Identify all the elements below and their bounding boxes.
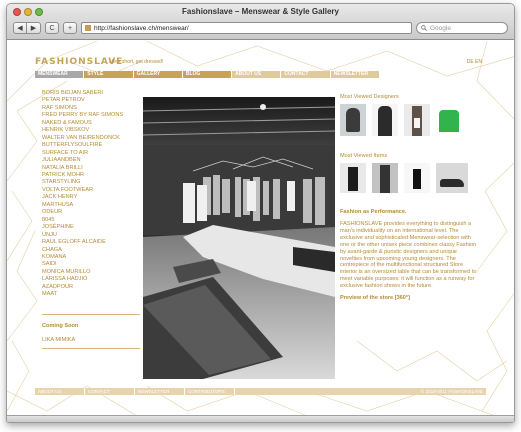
store-photo — [143, 97, 335, 379]
designer-link[interactable]: CHAGA — [42, 247, 142, 254]
web-page: FASHIONSLAVE Life's short, get dressed! … — [7, 41, 514, 422]
footer-contact[interactable]: CONTACT — [85, 388, 134, 395]
designer-thumbnails — [340, 104, 480, 138]
designer-link[interactable]: WALTER VAN BEIRENDONCK — [42, 135, 142, 142]
reload-icon: C — [49, 24, 55, 32]
nav-menswear[interactable]: MENSWEAR — [35, 71, 84, 78]
titlebar: Fashionslave – Menswear & Style Gallery … — [7, 4, 514, 40]
most-viewed-designers-heading: Most Viewed Designers — [340, 94, 399, 100]
coming-soon-heading: Coming Soon — [42, 323, 79, 329]
store-interior-image — [143, 97, 335, 379]
designer-link[interactable]: RAUL EGLOFF ALCAIDE — [42, 239, 142, 246]
forward-arrow-icon: ▶ — [30, 25, 37, 32]
main-nav: MENSWEAR STYLE GALLERY BLOG ABOUT US CON… — [35, 71, 380, 78]
item-thumbnails — [340, 163, 480, 193]
site-favicon-icon — [85, 25, 91, 31]
status-bar — [7, 415, 514, 422]
search-icon — [421, 25, 427, 31]
item-thumb[interactable] — [372, 163, 398, 193]
browser-toolbar: ◀ ▶ C + http://fashionslave.ch/menswear/… — [13, 19, 508, 37]
designer-link[interactable]: PATRICK MOHR — [42, 172, 142, 179]
item-thumb[interactable] — [404, 163, 430, 193]
browser-window: Fashionslave – Menswear & Style Gallery … — [6, 3, 515, 423]
designer-thumb[interactable] — [372, 104, 398, 136]
coming-soon-item[interactable]: LIKA MIMIKA — [42, 337, 75, 343]
nav-gallery[interactable]: GALLERY — [133, 71, 182, 78]
designer-link[interactable]: SURFACE TO AIR — [42, 150, 142, 157]
nav-newsletter[interactable]: NEWSLETTER — [330, 71, 379, 78]
designer-link[interactable]: KOMANA — [42, 254, 142, 261]
most-viewed-items-heading: Most Viewed Items — [340, 153, 388, 159]
right-column: Most Viewed Designers Most Viewed Items … — [340, 94, 480, 301]
footer-contributors[interactable]: CONTRIBUTORS — [185, 388, 234, 395]
designer-thumb[interactable] — [404, 104, 430, 136]
designer-thumb[interactable] — [340, 104, 366, 136]
nav-blog[interactable]: BLOG — [182, 71, 232, 78]
designer-link[interactable]: BORIS BIDJAN SABERI — [42, 90, 142, 97]
add-tab-button[interactable]: + — [63, 22, 77, 34]
item-thumb[interactable] — [340, 163, 366, 193]
designer-link[interactable]: ODEUR — [42, 209, 142, 216]
designer-link[interactable]: JOSÉPHINE — [42, 224, 142, 231]
designer-link[interactable]: RAF SIMONS — [42, 105, 142, 112]
footer-newsletter[interactable]: NEWSLETTER — [135, 388, 184, 395]
designer-link[interactable]: VOLTA FOOTWEAR — [42, 187, 142, 194]
window-title: Fashionslave – Menswear & Style Gallery — [182, 7, 339, 16]
store-description: FASHIONSLAVE provides everything to dist… — [340, 221, 477, 290]
search-placeholder: Google — [430, 24, 451, 32]
add-tab-icon: + — [67, 24, 73, 32]
designer-link[interactable]: STARSTYLING — [42, 179, 142, 186]
nav-contact[interactable]: CONTACT — [281, 71, 330, 78]
address-url: http://fashionslave.ch/menswear/ — [94, 24, 189, 32]
history-nav: ◀ ▶ — [13, 22, 41, 34]
designer-link[interactable]: HENRIK VIBSKOV — [42, 127, 142, 134]
designer-link[interactable]: MAAT — [42, 291, 142, 298]
footer-copyright: © 2010-2011 FASHIONSLAVE — [235, 388, 486, 395]
nav-about-us[interactable]: ABOUT US — [232, 71, 281, 78]
nav-style[interactable]: STYLE — [84, 71, 133, 78]
designer-link[interactable]: AZADPOUR — [42, 284, 142, 291]
back-button[interactable]: ◀ — [13, 22, 27, 34]
designer-link[interactable]: MARTHUSA — [42, 202, 142, 209]
designer-link[interactable]: UNJU — [42, 232, 142, 239]
designer-link[interactable]: JACK HENRY — [42, 194, 142, 201]
store-preview-link[interactable]: Preview of the store [360°] — [340, 295, 480, 301]
search-input[interactable]: Google — [416, 22, 508, 34]
address-bar[interactable]: http://fashionslave.ch/menswear/ — [81, 22, 412, 34]
reload-button[interactable]: C — [45, 22, 59, 34]
designer-link[interactable]: SAIDI — [42, 261, 142, 268]
divider — [42, 314, 140, 315]
designer-link[interactable]: MONICA MURILLO — [42, 269, 142, 276]
designer-list: BORIS BIDJAN SABERI PETAR PETROV RAF SIM… — [42, 90, 142, 299]
footer-about-us[interactable]: ABOUT US — [35, 388, 84, 395]
language-switcher[interactable]: DE EN — [467, 59, 482, 65]
designer-link[interactable]: JULIAANDBEN — [42, 157, 142, 164]
designer-link[interactable]: BUTTERFLYSOULFIRE — [42, 142, 142, 149]
item-thumb[interactable] — [436, 163, 468, 193]
back-arrow-icon: ◀ — [17, 25, 23, 32]
forward-button[interactable]: ▶ — [27, 22, 41, 34]
site-tagline: Life's short, get dressed! — [109, 59, 164, 65]
performance-heading: Fashion as Performance. — [340, 209, 407, 215]
designer-link[interactable]: FRED PERRY BY RAF SIMONS — [42, 112, 142, 119]
designer-link[interactable]: NAKED & FAMOUS — [42, 120, 142, 127]
designer-link[interactable]: LARISSA HADJIO — [42, 276, 142, 283]
designer-link[interactable]: NATALIA BRILLI — [42, 165, 142, 172]
divider — [42, 348, 140, 349]
designer-link[interactable]: PETAR PETROV — [42, 97, 142, 104]
designer-thumb[interactable] — [436, 104, 462, 136]
site-footer: ABOUT US CONTACT NEWSLETTER CONTRIBUTORS… — [35, 388, 486, 395]
